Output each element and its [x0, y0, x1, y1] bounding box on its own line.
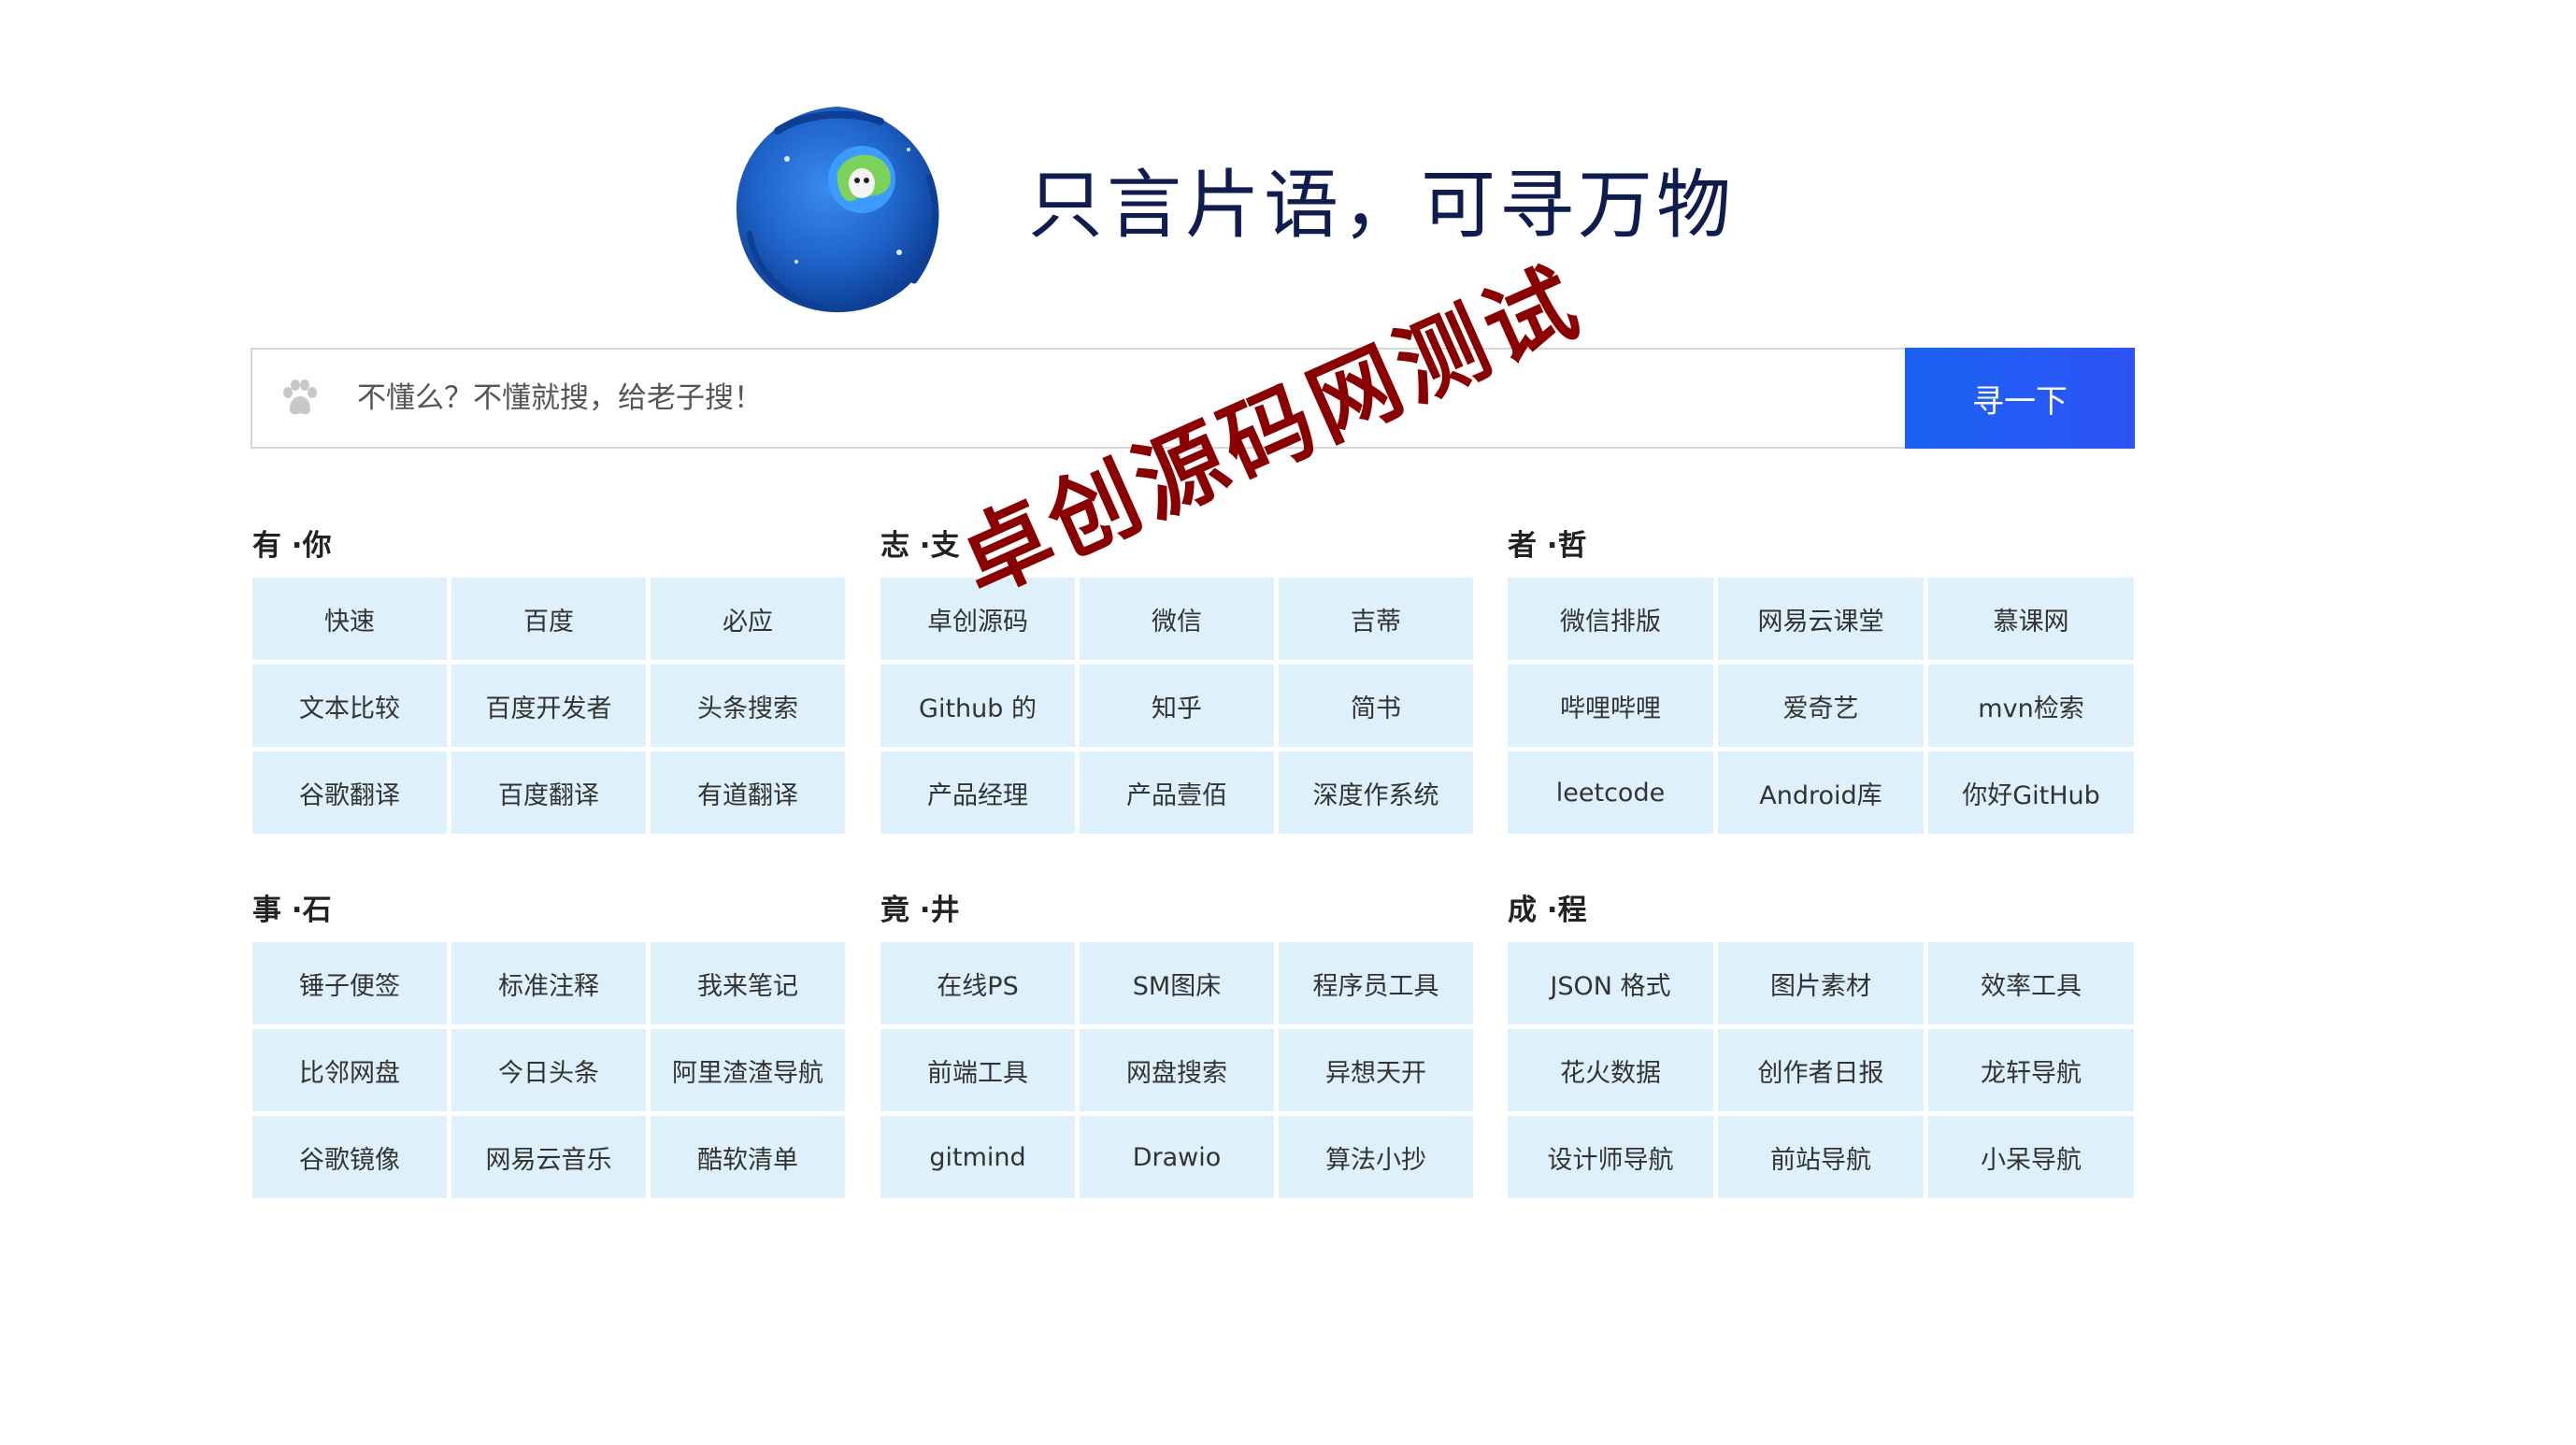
- link-item[interactable]: 产品壹佰: [1080, 751, 1274, 834]
- link-item[interactable]: 哔哩哔哩: [1508, 665, 1713, 747]
- link-item[interactable]: 网盘搜索: [1080, 1029, 1274, 1111]
- link-item[interactable]: 锤子便签: [252, 942, 447, 1024]
- link-item[interactable]: 文本比较: [252, 665, 447, 747]
- earth-logo-icon: [722, 93, 953, 325]
- link-item[interactable]: JSON 格式: [1508, 942, 1713, 1024]
- group-title: 事 ·石: [252, 894, 332, 927]
- link-item[interactable]: Github 的: [880, 665, 1075, 747]
- link-item[interactable]: 有道翻译: [651, 751, 845, 834]
- page-slogan: 只言片语，可寻万物: [1028, 162, 1735, 249]
- link-item[interactable]: Android库: [1718, 751, 1924, 834]
- baidu-paw-icon[interactable]: [271, 370, 327, 426]
- link-item[interactable]: 网易云音乐: [451, 1116, 646, 1198]
- link-item[interactable]: 龙轩导航: [1928, 1029, 2134, 1111]
- link-item[interactable]: 设计师导航: [1508, 1116, 1713, 1198]
- link-item[interactable]: 创作者日报: [1718, 1029, 1924, 1111]
- link-item[interactable]: 标准注释: [451, 942, 646, 1024]
- link-item[interactable]: 酷软清单: [651, 1116, 845, 1198]
- link-item[interactable]: 百度翻译: [451, 751, 646, 834]
- link-item[interactable]: 微信: [1080, 578, 1274, 660]
- group-title: 成 ·程: [1508, 894, 1587, 927]
- link-item[interactable]: 在线PS: [880, 942, 1075, 1024]
- link-item[interactable]: 吉蒂: [1279, 578, 1473, 660]
- link-item[interactable]: 前端工具: [880, 1029, 1075, 1111]
- link-item[interactable]: 深度作系统: [1279, 751, 1473, 834]
- link-item[interactable]: 前站导航: [1718, 1116, 1924, 1198]
- link-item[interactable]: 你好GitHub: [1928, 751, 2134, 834]
- link-item[interactable]: leetcode: [1508, 751, 1713, 834]
- link-group-5: 竟 ·井 在线PS SM图床 程序员工具 前端工具 网盘搜索 异想天开 gitm…: [880, 892, 1473, 1198]
- link-item[interactable]: 必应: [651, 578, 845, 660]
- link-item[interactable]: 算法小抄: [1279, 1116, 1473, 1198]
- link-group-4: 事 ·石 锤子便签 标准注释 我来笔记 比邻网盘 今日头条 阿里渣渣导航 谷歌镜…: [252, 892, 845, 1198]
- link-item[interactable]: 今日头条: [451, 1029, 646, 1111]
- link-item[interactable]: 小呆导航: [1928, 1116, 2134, 1198]
- link-item[interactable]: 产品经理: [880, 751, 1075, 834]
- link-item[interactable]: 程序员工具: [1279, 942, 1473, 1024]
- link-group-6: 成 ·程 JSON 格式 图片素材 效率工具 花火数据 创作者日报 龙轩导航 设…: [1508, 892, 2134, 1198]
- link-item[interactable]: 网易云课堂: [1718, 578, 1924, 660]
- link-item[interactable]: 头条搜索: [651, 665, 845, 747]
- link-group-1: 有 ·你 快速 百度 必应 文本比较 百度开发者 头条搜索 谷歌翻译 百度翻译 …: [252, 527, 845, 834]
- link-item[interactable]: 比邻网盘: [252, 1029, 447, 1111]
- link-item[interactable]: 图片素材: [1718, 942, 1924, 1024]
- link-item[interactable]: 阿里渣渣导航: [651, 1029, 845, 1111]
- link-item[interactable]: 简书: [1279, 665, 1473, 747]
- link-item[interactable]: 微信排版: [1508, 578, 1713, 660]
- link-item[interactable]: 百度: [451, 578, 646, 660]
- link-item[interactable]: mvn检索: [1928, 665, 2134, 747]
- link-item[interactable]: gitmind: [880, 1116, 1075, 1198]
- link-item[interactable]: 谷歌翻译: [252, 751, 447, 834]
- link-item[interactable]: 异想天开: [1279, 1029, 1473, 1111]
- search-button[interactable]: 寻一下: [1905, 348, 2135, 449]
- link-item[interactable]: 快速: [252, 578, 447, 660]
- group-title: 者 ·哲: [1508, 529, 1587, 563]
- link-item[interactable]: 慕课网: [1928, 578, 2134, 660]
- link-item[interactable]: 谷歌镜像: [252, 1116, 447, 1198]
- link-item[interactable]: 爱奇艺: [1718, 665, 1924, 747]
- link-item[interactable]: Drawio: [1080, 1116, 1274, 1198]
- link-item[interactable]: 花火数据: [1508, 1029, 1713, 1111]
- link-item[interactable]: SM图床: [1080, 942, 1274, 1024]
- search-field[interactable]: [250, 348, 1905, 449]
- link-item[interactable]: 知乎: [1080, 665, 1274, 747]
- group-title: 竟 ·井: [880, 894, 960, 927]
- link-item[interactable]: 效率工具: [1928, 942, 2134, 1024]
- group-title: 有 ·你: [252, 529, 332, 563]
- link-group-3: 者 ·哲 微信排版 网易云课堂 慕课网 哔哩哔哩 爱奇艺 mvn检索 leetc…: [1508, 527, 2134, 834]
- link-item[interactable]: 我来笔记: [651, 942, 845, 1024]
- link-item[interactable]: 百度开发者: [451, 665, 646, 747]
